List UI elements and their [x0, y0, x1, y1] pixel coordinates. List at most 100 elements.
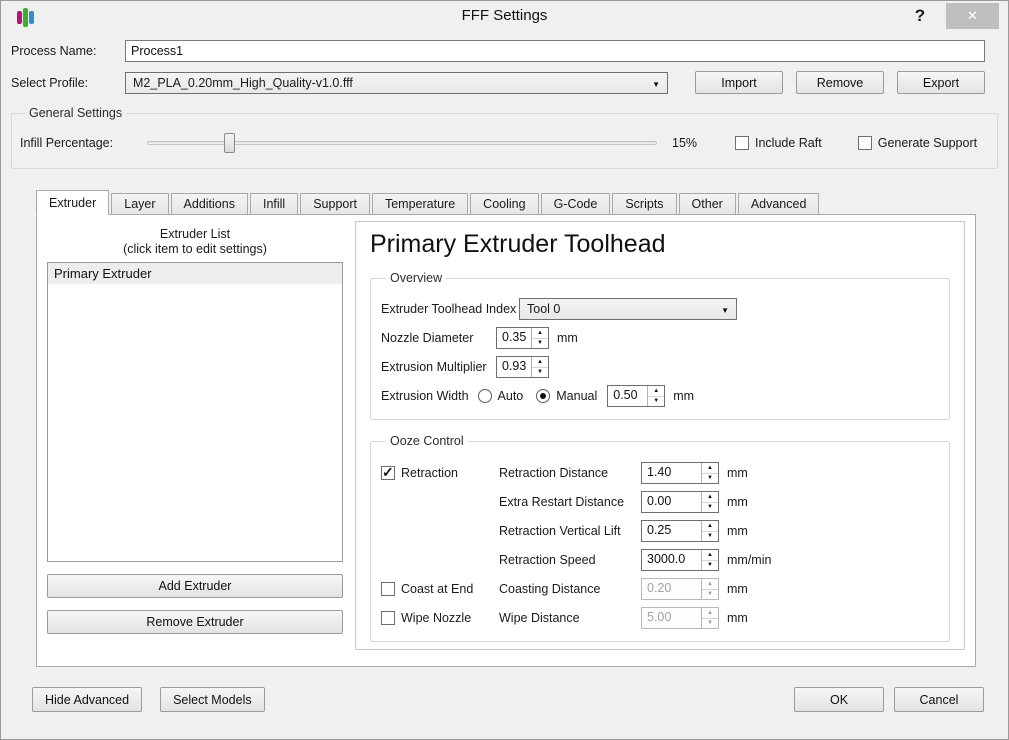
import-button[interactable]: Import — [695, 71, 783, 94]
wipe-distance-value: 5.00 — [642, 608, 701, 628]
process-name-input[interactable] — [125, 40, 985, 62]
remove-extruder-button[interactable]: Remove Extruder — [47, 610, 343, 634]
select-profile-row: Select Profile: M2_PLA_0.20mm_High_Quali… — [11, 71, 985, 94]
export-button[interactable]: Export — [897, 71, 985, 94]
spin-up-button[interactable] — [532, 357, 548, 368]
add-extruder-button[interactable]: Add Extruder — [47, 574, 343, 598]
overview-title: Overview — [386, 271, 446, 285]
nozzle-diameter-value[interactable]: 0.35 — [497, 328, 531, 348]
infill-percentage-label: Infill Percentage: — [20, 136, 147, 150]
spin-down-button[interactable] — [702, 503, 718, 513]
toolhead-index-value: Tool 0 — [527, 302, 560, 316]
dropdown-arrow-icon — [652, 76, 660, 90]
include-raft-label: Include Raft — [755, 136, 822, 150]
extrusion-width-spinbox[interactable]: 0.50 — [607, 385, 665, 407]
extruder-list-title: Extruder List (click item to edit settin… — [47, 227, 343, 257]
retraction-distance-value[interactable]: 1.40 — [642, 463, 701, 483]
tab-layer[interactable]: Layer — [111, 193, 168, 214]
retraction-speed-spinbox[interactable]: 3000.0 — [641, 549, 719, 571]
retraction-vertical-lift-value[interactable]: 0.25 — [642, 521, 701, 541]
general-settings-group: General Settings Infill Percentage: 15% … — [11, 106, 998, 169]
tab-infill[interactable]: Infill — [250, 193, 298, 214]
toolhead-index-select[interactable]: Tool 0 — [519, 298, 737, 320]
nozzle-diameter-label: Nozzle Diameter — [381, 331, 496, 345]
extruder-listbox[interactable]: Primary Extruder — [47, 262, 343, 562]
retraction-checkbox[interactable] — [381, 466, 395, 480]
select-models-button[interactable]: Select Models — [160, 687, 265, 712]
infill-slider[interactable] — [147, 133, 657, 153]
cancel-button[interactable]: Cancel — [894, 687, 984, 712]
spin-up-button[interactable] — [702, 550, 718, 561]
toolhead-panel: Primary Extruder Toolhead Overview Extru… — [355, 221, 965, 650]
extrusion-width-manual-radio[interactable] — [536, 389, 550, 403]
infill-slider-handle[interactable] — [224, 133, 235, 153]
generate-support-checkbox[interactable] — [858, 136, 872, 150]
window-title: FFF Settings — [1, 1, 1008, 31]
spin-down-button — [702, 619, 718, 629]
spin-up-button[interactable] — [702, 521, 718, 532]
tab-advanced[interactable]: Advanced — [738, 193, 820, 214]
spin-up-button[interactable] — [532, 328, 548, 339]
spin-down-button[interactable] — [648, 397, 664, 407]
tab-scripts[interactable]: Scripts — [612, 193, 676, 214]
spin-down-button[interactable] — [532, 368, 548, 378]
extra-restart-distance-label: Extra Restart Distance — [499, 495, 624, 509]
tab-additions[interactable]: Additions — [171, 193, 248, 214]
spin-up-button[interactable] — [648, 386, 664, 397]
retraction-vertical-lift-unit: mm — [727, 524, 748, 538]
wipe-nozzle-checkbox[interactable] — [381, 611, 395, 625]
tab-temperature[interactable]: Temperature — [372, 193, 468, 214]
extra-restart-distance-value[interactable]: 0.00 — [642, 492, 701, 512]
extrusion-multiplier-label: Extrusion Multiplier — [381, 360, 496, 374]
nozzle-diameter-spinbox[interactable]: 0.35 — [496, 327, 549, 349]
spin-down-button[interactable] — [532, 339, 548, 349]
spin-up-button — [702, 608, 718, 619]
extrusion-width-auto-label: Auto — [498, 389, 524, 403]
retraction-distance-spinbox[interactable]: 1.40 — [641, 462, 719, 484]
retraction-vertical-lift-spinbox[interactable]: 0.25 — [641, 520, 719, 542]
tab-support[interactable]: Support — [300, 193, 370, 214]
tab-other[interactable]: Other — [679, 193, 736, 214]
help-button[interactable]: ? — [907, 3, 933, 29]
spin-up-button[interactable] — [702, 492, 718, 503]
profile-select[interactable]: M2_PLA_0.20mm_High_Quality-v1.0.fff — [125, 72, 668, 94]
list-item-primary-extruder[interactable]: Primary Extruder — [48, 263, 342, 284]
ooze-control-title: Ooze Control — [386, 434, 468, 448]
tab-bar: Extruder Layer Additions Infill Support … — [36, 190, 1008, 214]
extrusion-width-auto-radio[interactable] — [478, 389, 492, 403]
spin-down-button[interactable] — [702, 474, 718, 484]
coasting-distance-value: 0.20 — [642, 579, 701, 599]
wipe-distance-unit: mm — [727, 611, 748, 625]
spin-down-button[interactable] — [702, 561, 718, 571]
extra-restart-distance-spinbox[interactable]: 0.00 — [641, 491, 719, 513]
extrusion-multiplier-spinbox[interactable]: 0.93 — [496, 356, 549, 378]
extrusion-width-value[interactable]: 0.50 — [608, 386, 647, 406]
ok-button[interactable]: OK — [794, 687, 884, 712]
toolhead-title: Primary Extruder Toolhead — [370, 230, 950, 259]
retraction-speed-label: Retraction Speed — [499, 553, 596, 567]
remove-button[interactable]: Remove — [796, 71, 884, 94]
extrusion-multiplier-value[interactable]: 0.93 — [497, 357, 531, 377]
infill-percentage-value: 15% — [672, 136, 702, 150]
generate-support-label: Generate Support — [878, 136, 977, 150]
hide-advanced-button[interactable]: Hide Advanced — [32, 687, 142, 712]
close-button[interactable]: ✕ — [946, 3, 999, 29]
spin-up-button — [702, 579, 718, 590]
wipe-distance-spinbox: 5.00 — [641, 607, 719, 629]
retraction-distance-label: Retraction Distance — [499, 466, 608, 480]
extruder-list-title-line2: (click item to edit settings) — [47, 242, 343, 257]
spin-down-button[interactable] — [702, 532, 718, 542]
include-raft-checkbox[interactable] — [735, 136, 749, 150]
footer-bar: Hide Advanced Select Models OK Cancel — [32, 687, 984, 712]
tab-cooling[interactable]: Cooling — [470, 193, 538, 214]
tab-gcode[interactable]: G-Code — [541, 193, 611, 214]
profile-select-value: M2_PLA_0.20mm_High_Quality-v1.0.fff — [133, 76, 353, 90]
retraction-speed-value[interactable]: 3000.0 — [642, 550, 701, 570]
general-settings-title: General Settings — [25, 106, 126, 120]
coasting-distance-unit: mm — [727, 582, 748, 596]
tab-extruder[interactable]: Extruder — [36, 190, 109, 215]
spin-up-button[interactable] — [702, 463, 718, 474]
process-name-label: Process Name: — [11, 44, 125, 58]
coast-at-end-checkbox[interactable] — [381, 582, 395, 596]
retraction-speed-unit: mm/min — [727, 553, 771, 567]
